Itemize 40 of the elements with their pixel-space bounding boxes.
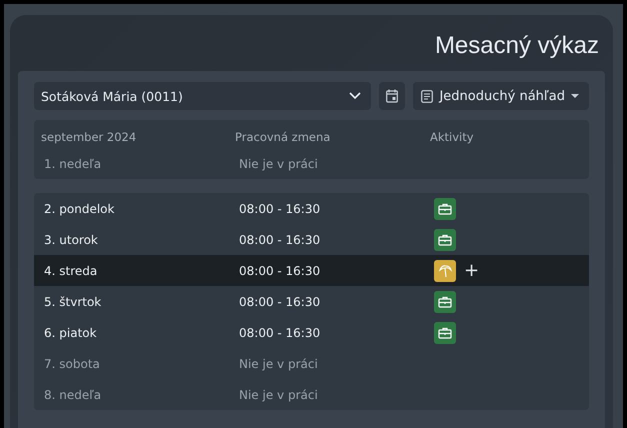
calendar-icon bbox=[386, 89, 398, 103]
day-row[interactable]: 7. sobota Nie je v práci bbox=[34, 348, 589, 379]
chevron-down-icon bbox=[349, 92, 362, 100]
day-label: 8. nedeľa bbox=[44, 388, 102, 402]
column-header: september 2024 bbox=[41, 130, 138, 144]
day-label: 2. pondelok bbox=[44, 202, 116, 216]
shift-time: Nie je v práci bbox=[239, 356, 319, 370]
day-label: 6. piatok bbox=[44, 326, 98, 340]
caret-icon bbox=[571, 94, 579, 98]
shift-time: 08:00 - 16:30 bbox=[239, 264, 322, 278]
shift-time: 08:00 - 16:30 bbox=[239, 294, 322, 308]
day-label: 5. štvrtok bbox=[44, 294, 102, 308]
column-header: Pracovná zmena bbox=[235, 130, 332, 144]
briefcase-icon[interactable] bbox=[434, 290, 456, 312]
day-row[interactable]: 3. utorok 08:00 - 16:30 bbox=[34, 224, 589, 255]
briefcase-icon[interactable] bbox=[434, 198, 456, 220]
day-row[interactable]: 5. štvrtok 08:00 - 16:30 bbox=[34, 286, 589, 317]
employee-select[interactable]: Sotáková Mária (0011) bbox=[34, 82, 372, 110]
column-header: Aktivity bbox=[430, 130, 475, 144]
view-dropdown[interactable]: Jednoduchý náhľad bbox=[413, 82, 589, 110]
briefcase-icon[interactable] bbox=[434, 322, 456, 344]
day-row[interactable]: 6. piatok 08:00 - 16:30 bbox=[34, 317, 589, 348]
day-label: 7. sobota bbox=[44, 356, 101, 370]
day-label: 1. nedeľa bbox=[44, 156, 102, 170]
day-label: 3. utorok bbox=[44, 232, 99, 246]
page-title: Mesacný výkaz bbox=[434, 31, 600, 61]
day-row[interactable]: 1. nedeľa Nie je v práci bbox=[34, 148, 589, 179]
calendar-button[interactable] bbox=[379, 82, 406, 110]
add-button[interactable]: + bbox=[464, 262, 480, 280]
shift-time: 08:00 - 16:30 bbox=[239, 326, 322, 340]
briefcase-icon[interactable] bbox=[434, 228, 456, 250]
shift-time: Nie je v práci bbox=[239, 156, 319, 170]
document-icon bbox=[421, 90, 434, 102]
shift-time: 08:00 - 16:30 bbox=[239, 202, 322, 216]
shift-time: Nie je v práci bbox=[239, 388, 319, 402]
day-label: 4. streda bbox=[44, 264, 98, 278]
day-row[interactable]: 4. streda 08:00 - 16:30 + bbox=[34, 255, 589, 286]
day-row[interactable]: 2. pondelok 08:00 - 16:30 bbox=[34, 193, 589, 224]
shift-time: 08:00 - 16:30 bbox=[239, 232, 322, 246]
day-row[interactable]: 8. nedeľa Nie je v práci bbox=[34, 379, 589, 410]
